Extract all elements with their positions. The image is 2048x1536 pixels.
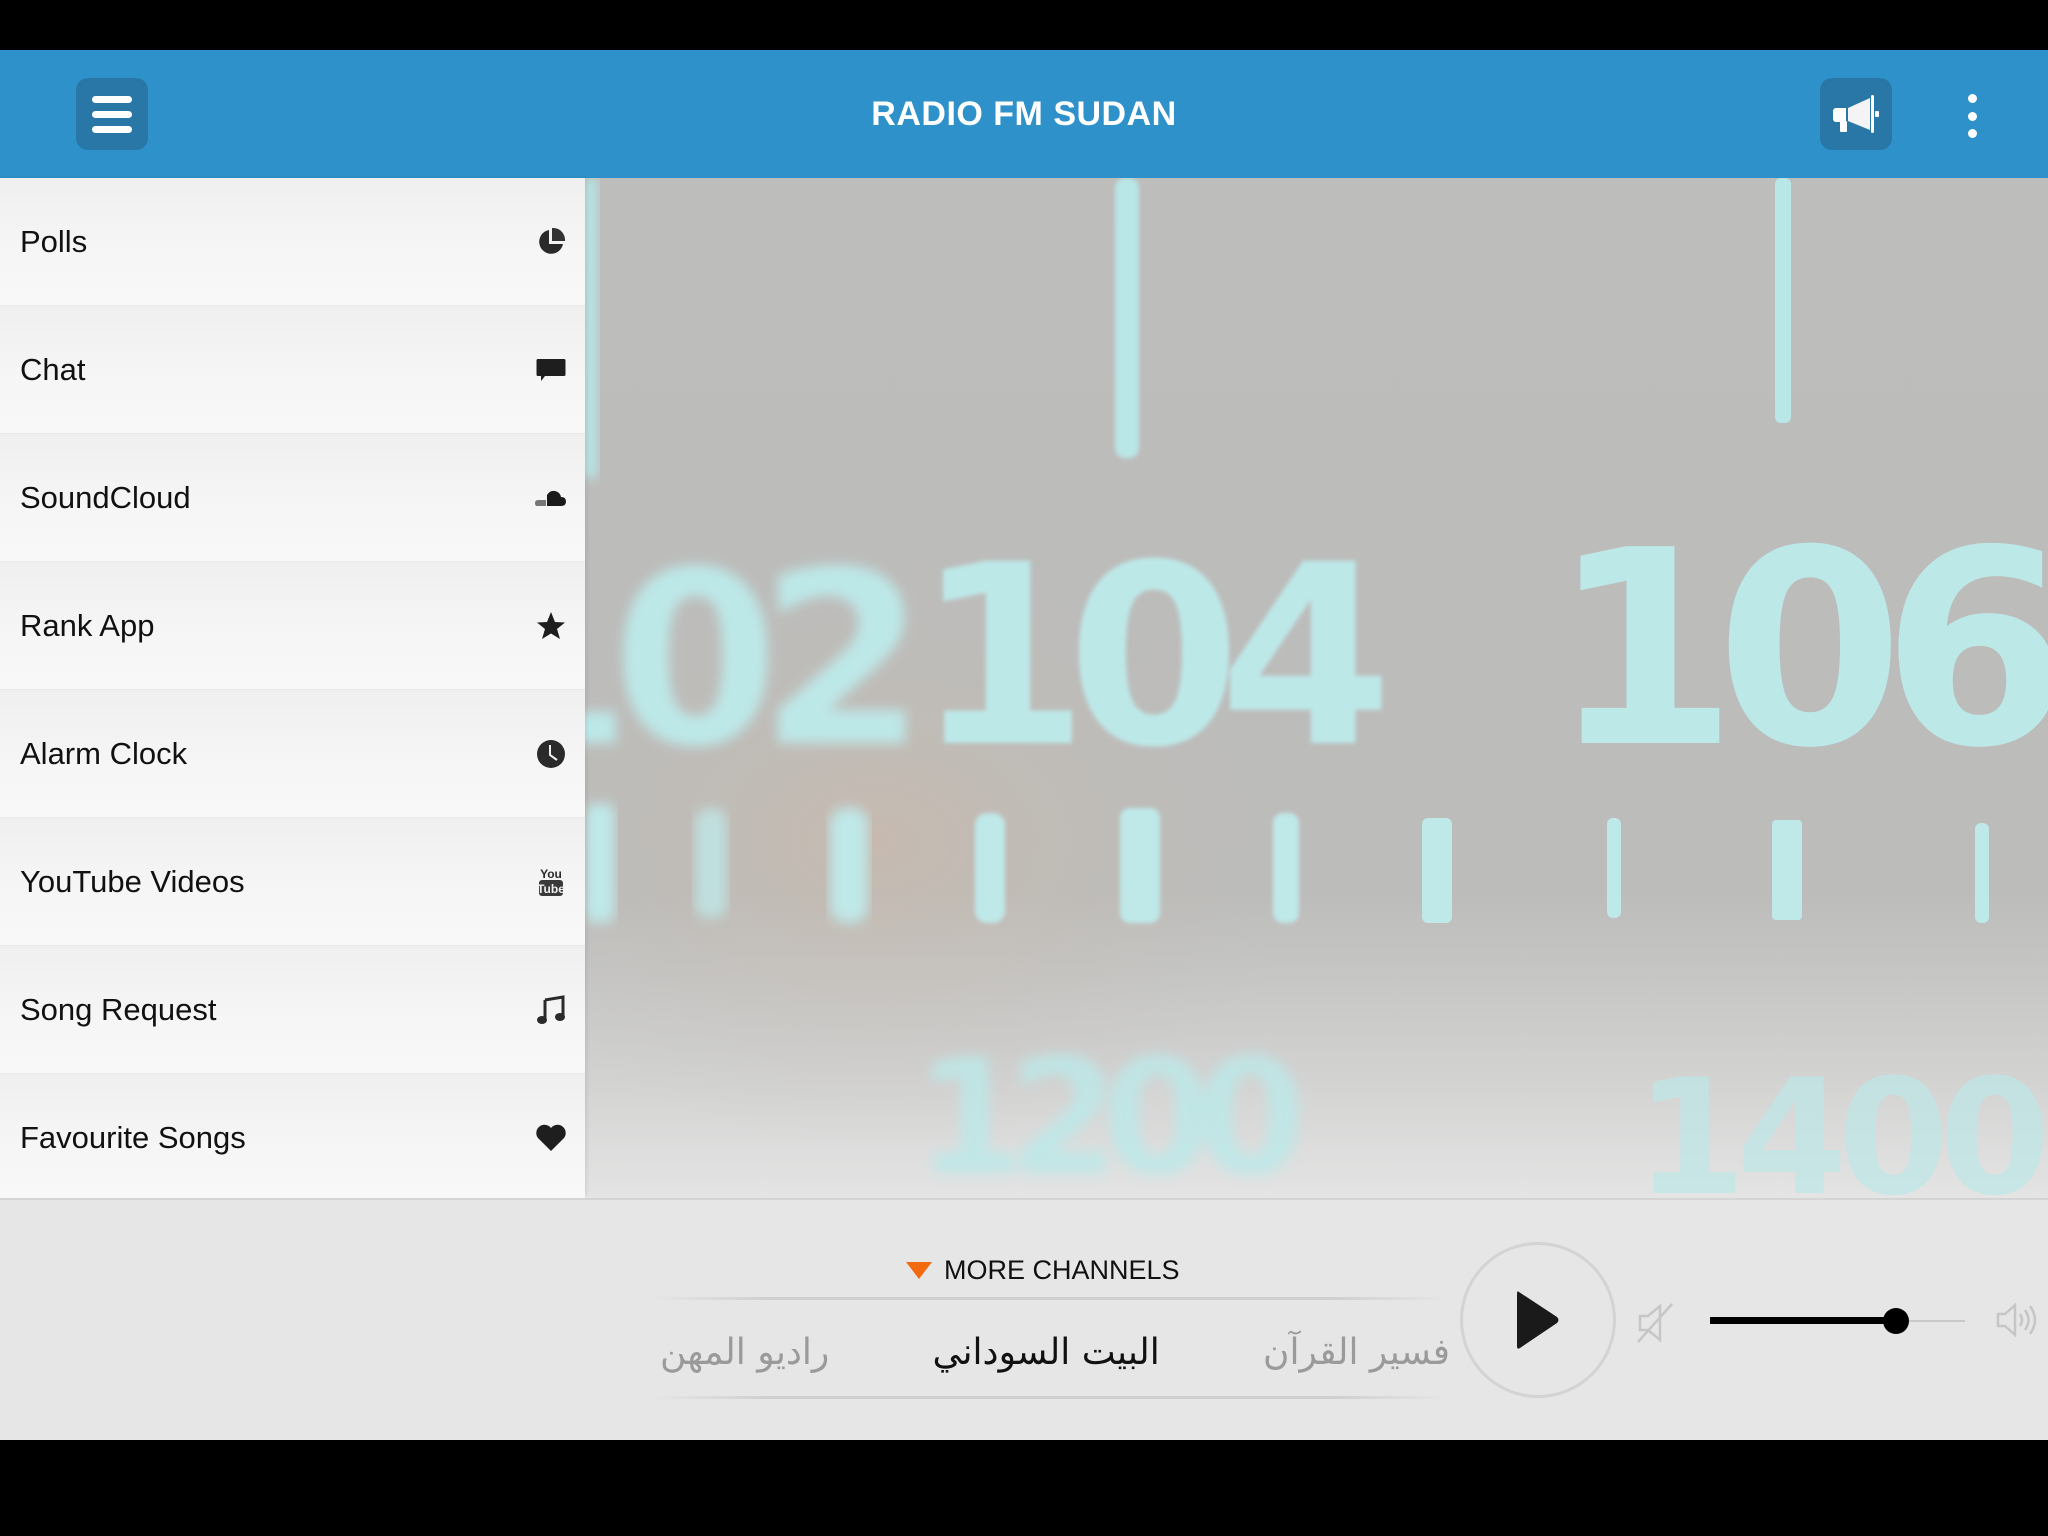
drawer-item-rank-app[interactable]: Rank App [0, 562, 585, 690]
speaker-loud-icon [1996, 1302, 2037, 1338]
volume-slider-fill [1710, 1317, 1897, 1324]
soundcloud-icon [535, 482, 567, 514]
am-label-1400: 1400 [1635, 1044, 2043, 1198]
channel-item-active[interactable]: البيت السوداني [933, 1332, 1160, 1373]
play-icon [1517, 1291, 1559, 1349]
play-button[interactable] [1460, 1242, 1616, 1398]
drawer-item-alarm-clock[interactable]: Alarm Clock [0, 690, 585, 818]
svg-text:You: You [540, 867, 562, 881]
overflow-menu-button[interactable] [1960, 94, 1984, 138]
app-screen: RADIO FM SUDAN 02 104 106 1200 1400 Poll… [0, 50, 2048, 1440]
more-channels-label: MORE CHANNELS [944, 1254, 1180, 1285]
music-note-icon [535, 994, 567, 1026]
dial-label-106: 106 [1550, 492, 2048, 807]
speaker-muted-icon [1637, 1303, 1673, 1343]
drawer-item-polls[interactable]: Polls [0, 178, 585, 306]
drawer-item-label: Rank App [20, 608, 155, 643]
hamburger-menu-icon [92, 95, 132, 103]
drawer-item-label: Chat [20, 352, 86, 387]
drawer-item-label: YouTube Videos [20, 864, 245, 899]
mute-button[interactable] [1632, 1298, 1680, 1346]
drawer-item-label: SoundCloud [20, 480, 191, 515]
pie-chart-icon [535, 226, 567, 258]
volume-slider-thumb[interactable] [1883, 1308, 1910, 1334]
navigation-drawer: Polls Chat SoundCloud Rank App Alarm Clo… [0, 178, 585, 1202]
dial-label-102: 102 [585, 520, 906, 800]
volume-max-button[interactable] [1994, 1296, 2038, 1344]
drawer-item-youtube-videos[interactable]: YouTube Videos You Tube [0, 818, 585, 946]
app-title: RADIO FM SUDAN [871, 95, 1177, 133]
divider [650, 1396, 1450, 1399]
megaphone-icon [1833, 95, 1879, 133]
drawer-item-label: Alarm Clock [20, 736, 188, 771]
clock-icon [535, 738, 567, 770]
drawer-item-chat[interactable]: Chat [0, 306, 585, 434]
app-bar: RADIO FM SUDAN [0, 50, 2048, 178]
caret-down-icon [906, 1261, 932, 1279]
more-vertical-icon [1967, 94, 1977, 103]
youtube-icon: You Tube [535, 866, 567, 898]
menu-button[interactable] [76, 78, 148, 150]
announcement-button[interactable] [1820, 78, 1892, 150]
channel-item[interactable]: فسير القرآن [1263, 1332, 1450, 1373]
chat-bubble-icon [535, 354, 567, 386]
drawer-item-label: Favourite Songs [20, 1120, 246, 1155]
radio-dial-background: 102 104 106 1200 1400 [585, 178, 2048, 1198]
channel-item[interactable]: راديو المهن [660, 1332, 829, 1373]
svg-text:Tube: Tube [537, 882, 565, 896]
divider [650, 1297, 1450, 1300]
star-icon [535, 610, 567, 642]
am-label-1200: 1200 [915, 1024, 1299, 1198]
dial-label-104: 104 [915, 511, 1382, 802]
player-bar: MORE CHANNELS راديو المهن البيت السوداني… [0, 1198, 2048, 1440]
channel-carousel[interactable]: راديو المهن البيت السوداني فسير القرآن [660, 1310, 1450, 1394]
drawer-item-soundcloud[interactable]: SoundCloud [0, 434, 585, 562]
more-channels-toggle[interactable]: MORE CHANNELS [906, 1250, 1180, 1290]
volume-slider[interactable] [1710, 1308, 1965, 1334]
drawer-item-song-request[interactable]: Song Request [0, 946, 585, 1074]
drawer-item-label: Polls [20, 224, 88, 259]
drawer-item-favourite-songs[interactable]: Favourite Songs [0, 1074, 585, 1202]
heart-icon [535, 1122, 567, 1154]
drawer-item-label: Song Request [20, 992, 217, 1027]
